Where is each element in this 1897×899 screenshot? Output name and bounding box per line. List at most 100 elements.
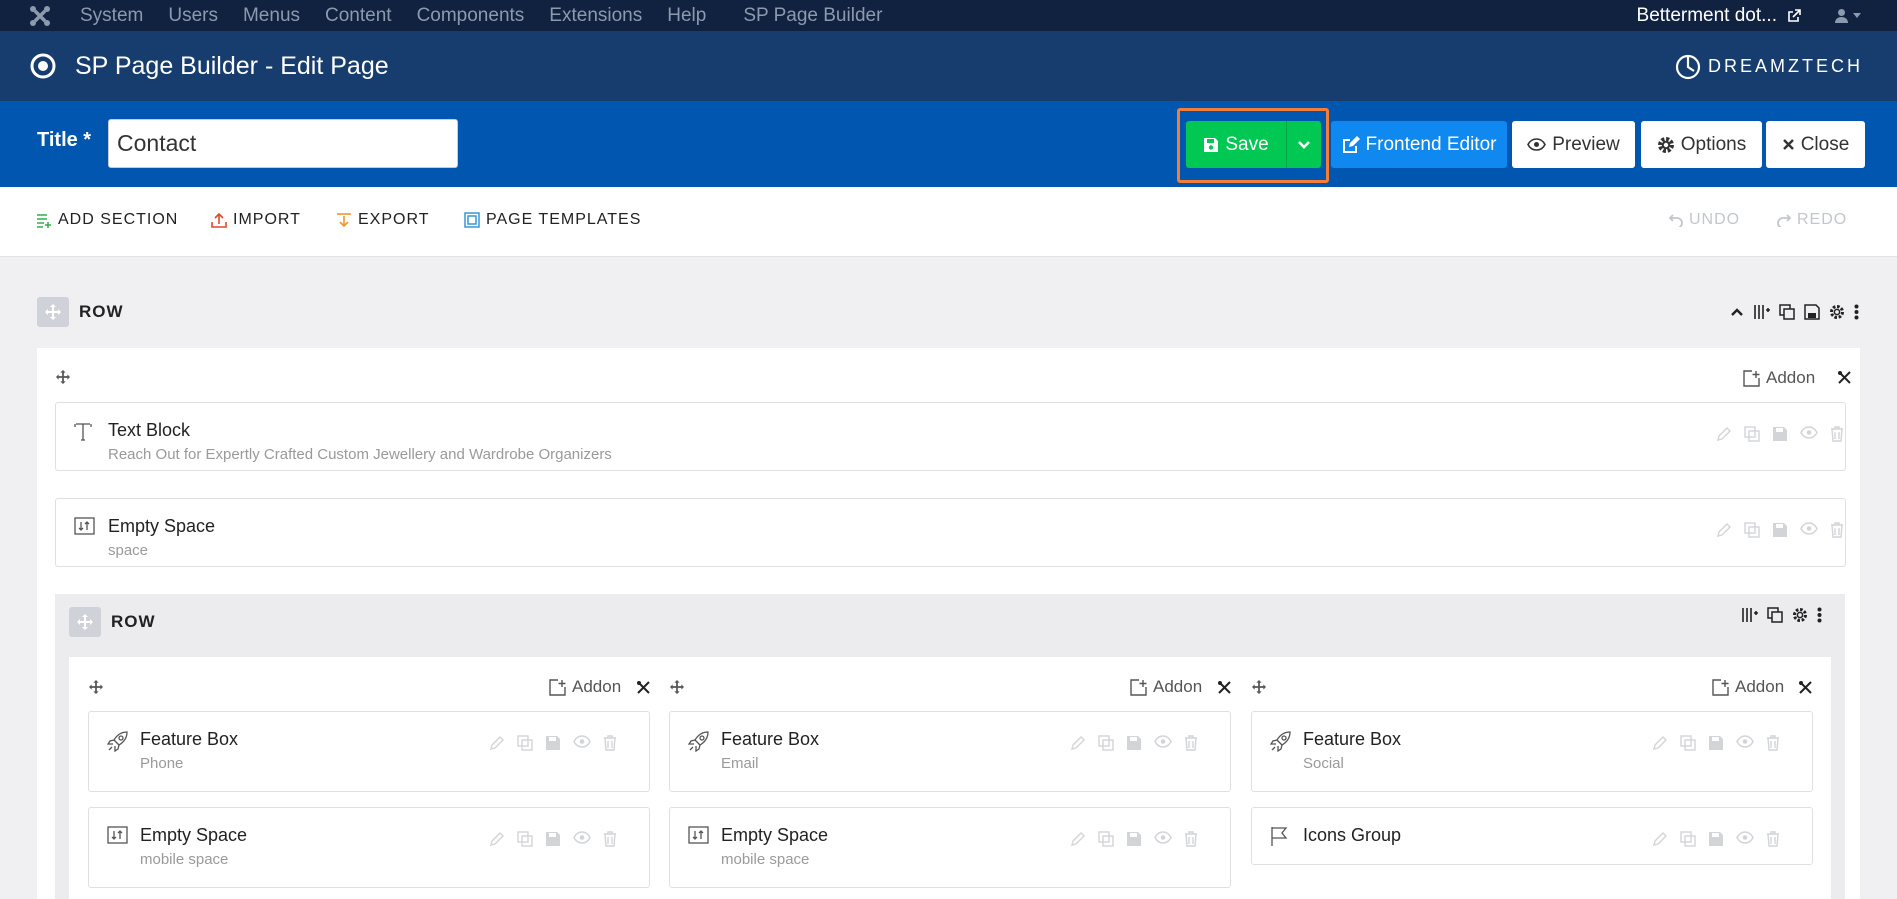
addon-tools (1070, 831, 1198, 847)
title-input[interactable] (108, 119, 458, 168)
save-icon[interactable] (1126, 735, 1142, 751)
menu-components[interactable]: Components (417, 0, 525, 31)
more-options-icon[interactable] (1817, 607, 1822, 623)
duplicate-icon[interactable] (1779, 304, 1795, 320)
column-settings-tools-icon[interactable] (636, 680, 651, 695)
edit-pencil-icon[interactable] (1070, 735, 1086, 751)
trash-icon[interactable] (1766, 735, 1780, 751)
edit-pencil-icon[interactable] (489, 831, 505, 847)
addon-empty-space[interactable]: Empty Space mobile space (669, 807, 1231, 888)
add-addon-button[interactable]: Addon (1130, 677, 1202, 697)
user-menu[interactable] (1834, 0, 1861, 31)
save-icon[interactable] (1126, 831, 1142, 847)
add-addon-button[interactable]: Addon (549, 677, 621, 697)
eye-icon[interactable] (1736, 735, 1754, 751)
column-move-icon[interactable] (56, 370, 70, 384)
menu-menus[interactable]: Menus (243, 0, 300, 31)
addon-text-block[interactable]: Text Block Reach Out for Expertly Crafte… (55, 402, 1846, 471)
duplicate-icon[interactable] (1098, 831, 1114, 847)
row-drag-handle[interactable] (37, 297, 69, 327)
duplicate-icon[interactable] (517, 831, 533, 847)
frontend-editor-button[interactable]: Frontend Editor (1331, 121, 1507, 168)
save-icon[interactable] (1772, 426, 1788, 442)
column-layout-icon[interactable] (1741, 607, 1758, 623)
duplicate-icon[interactable] (1744, 522, 1760, 538)
save-row-icon[interactable] (1804, 304, 1820, 320)
collapse-chevron-up-icon[interactable] (1730, 307, 1744, 317)
column-settings-tools-icon[interactable] (1217, 680, 1232, 695)
trash-icon[interactable] (1830, 426, 1844, 442)
duplicate-icon[interactable] (1767, 607, 1783, 623)
column-move-icon[interactable] (89, 680, 103, 694)
duplicate-icon[interactable] (1098, 735, 1114, 751)
addon-empty-space[interactable]: Empty Space space (55, 498, 1846, 567)
settings-gear-icon[interactable] (1792, 607, 1808, 623)
more-options-icon[interactable] (1854, 304, 1859, 320)
menu-extensions[interactable]: Extensions (549, 0, 642, 31)
eye-icon[interactable] (1154, 735, 1172, 751)
settings-gear-icon[interactable] (1829, 304, 1845, 320)
page-header: SP Page Builder - Edit Page DREAMZTECH (0, 31, 1897, 101)
column-move-icon[interactable] (1252, 680, 1266, 694)
save-button[interactable]: Save (1186, 121, 1286, 168)
gear-icon (1657, 136, 1674, 153)
add-section-button[interactable]: ADD SECTION (36, 211, 178, 229)
save-icon[interactable] (1772, 522, 1788, 538)
joomla-logo-icon[interactable] (0, 0, 80, 31)
save-icon[interactable] (1708, 735, 1724, 751)
edit-pencil-icon[interactable] (1652, 831, 1668, 847)
add-addon-button[interactable]: Addon (1743, 368, 1815, 388)
addon-empty-space[interactable]: Empty Space mobile space (88, 807, 650, 888)
duplicate-icon[interactable] (1744, 426, 1760, 442)
trash-icon[interactable] (603, 831, 617, 847)
save-icon[interactable] (545, 735, 561, 751)
preview-button[interactable]: Preview (1512, 121, 1635, 168)
menu-users[interactable]: Users (168, 0, 218, 31)
menu-content[interactable]: Content (325, 0, 392, 31)
site-link[interactable]: Betterment dot... (1637, 0, 1801, 31)
trash-icon[interactable] (1184, 735, 1198, 751)
duplicate-icon[interactable] (1680, 831, 1696, 847)
row-drag-handle[interactable] (69, 607, 101, 637)
edit-pencil-icon[interactable] (1070, 831, 1086, 847)
menu-sp-page-builder[interactable]: SP Page Builder (743, 0, 882, 31)
trash-icon[interactable] (1830, 522, 1844, 538)
options-button[interactable]: Options (1641, 121, 1762, 168)
addon-icons-group[interactable]: Icons Group (1251, 807, 1813, 865)
menu-help[interactable]: Help (667, 0, 706, 31)
edit-pencil-icon[interactable] (1716, 426, 1732, 442)
edit-pencil-icon[interactable] (1716, 522, 1732, 538)
column-move-icon[interactable] (670, 680, 684, 694)
addon-feature-box[interactable]: Feature Box Phone (88, 711, 650, 792)
external-link-icon (1788, 8, 1801, 22)
save-dropdown-toggle[interactable] (1286, 121, 1321, 168)
eye-icon[interactable] (1736, 831, 1754, 847)
menu-system[interactable]: System (80, 0, 143, 31)
close-button[interactable]: Close (1766, 121, 1865, 168)
eye-icon[interactable] (1800, 522, 1818, 538)
save-icon[interactable] (545, 831, 561, 847)
save-icon[interactable] (1708, 831, 1724, 847)
addon-feature-box[interactable]: Feature Box Social (1251, 711, 1813, 792)
trash-icon[interactable] (1766, 831, 1780, 847)
eye-icon[interactable] (573, 831, 591, 847)
page-templates-button[interactable]: PAGE TEMPLATES (464, 211, 641, 229)
import-button[interactable]: IMPORT (211, 211, 301, 229)
duplicate-icon[interactable] (517, 735, 533, 751)
column-settings-tools-icon[interactable] (1798, 680, 1813, 695)
eye-icon[interactable] (573, 735, 591, 751)
duplicate-icon[interactable] (1680, 735, 1696, 751)
redo-button[interactable]: REDO (1777, 211, 1847, 229)
export-button[interactable]: EXPORT (336, 211, 430, 229)
trash-icon[interactable] (1184, 831, 1198, 847)
column-layout-icon[interactable] (1753, 304, 1770, 320)
eye-icon[interactable] (1800, 426, 1818, 442)
undo-button[interactable]: UNDO (1669, 211, 1740, 229)
edit-pencil-icon[interactable] (489, 735, 505, 751)
eye-icon[interactable] (1154, 831, 1172, 847)
trash-icon[interactable] (603, 735, 617, 751)
addon-feature-box[interactable]: Feature Box Email (669, 711, 1231, 792)
column-settings-tools-icon[interactable] (1837, 370, 1852, 385)
add-addon-button[interactable]: Addon (1712, 677, 1784, 697)
edit-pencil-icon[interactable] (1652, 735, 1668, 751)
